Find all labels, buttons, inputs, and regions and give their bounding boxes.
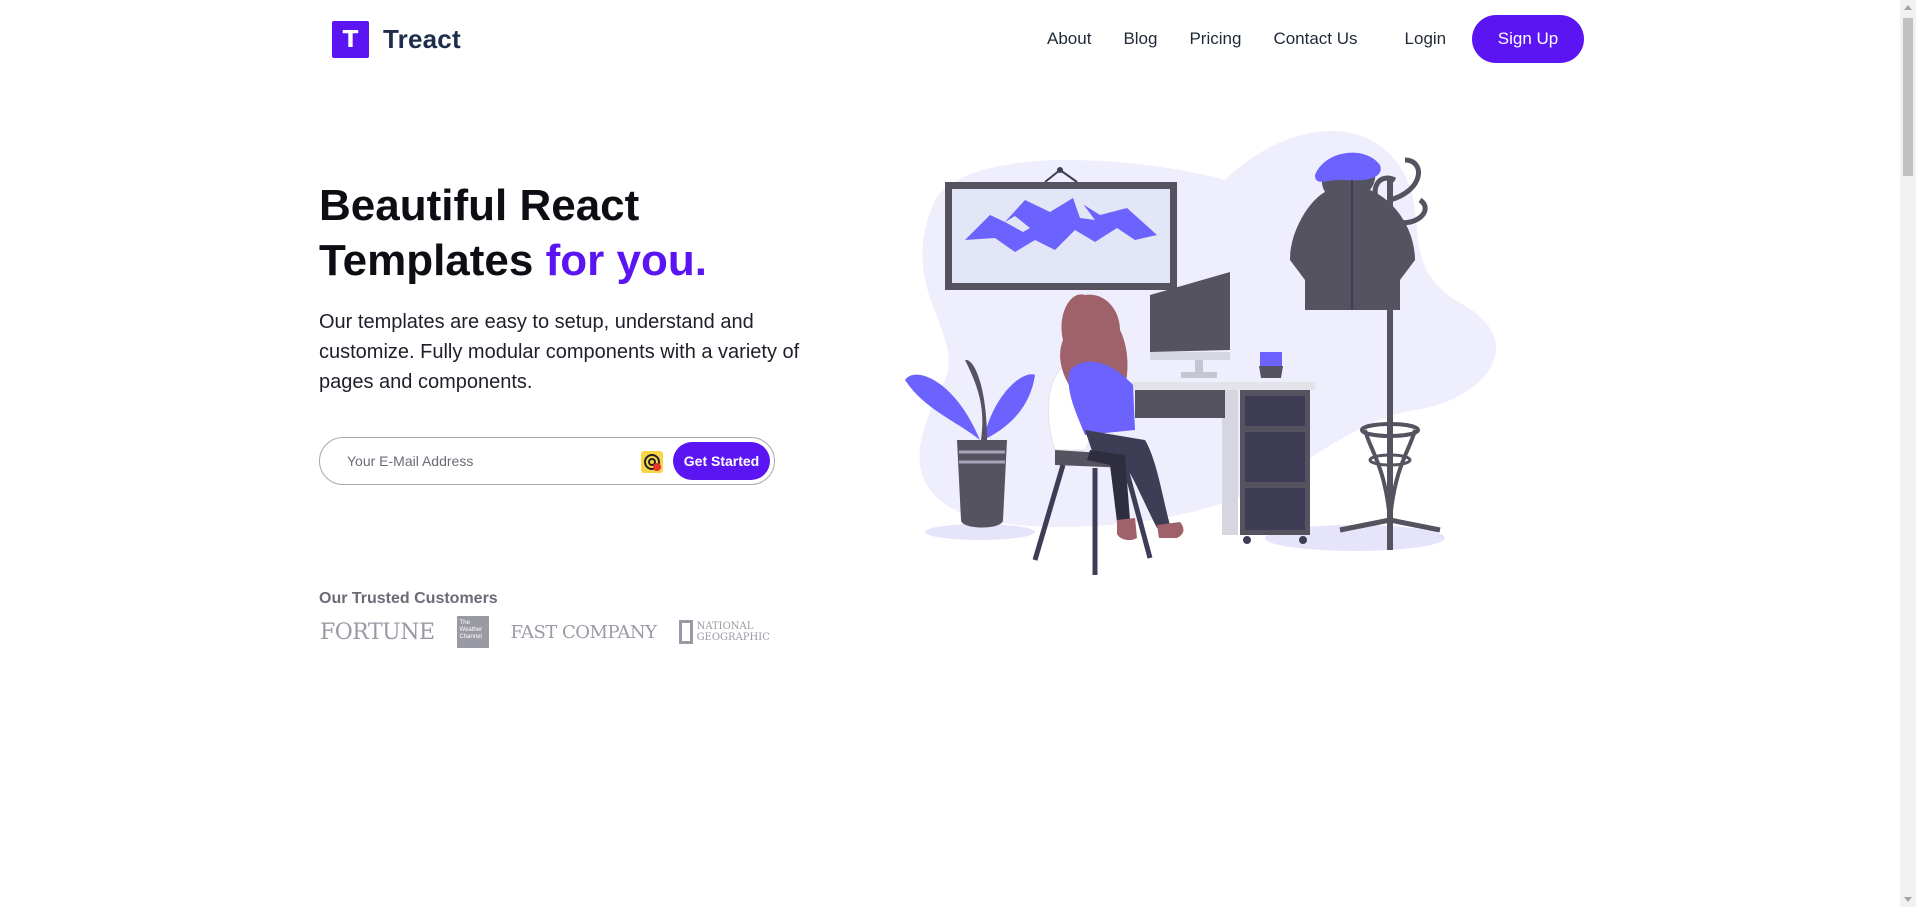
scroll-down-arrow-icon[interactable] [1904,897,1912,902]
hero-title-line2: Templates [319,236,534,285]
fortune-logo: FORTUNE [320,619,435,645]
signup-button[interactable]: Sign Up [1472,15,1584,63]
hero-title: Beautiful React Templates for you. [319,178,707,288]
email-input[interactable] [345,452,629,470]
get-started-button[interactable]: Get Started [673,442,770,480]
nav-link-pricing[interactable]: Pricing [1189,29,1241,49]
password-manager-icon[interactable] [640,450,664,474]
fast-company-logo: FAST COMPANY [510,621,658,643]
brand-logo[interactable]: T Treact [332,21,461,58]
logo-mark: T [332,21,369,58]
national-geographic-logo: NATIONAL GEOGRAPHIC [678,620,770,644]
nav-link-contact[interactable]: Contact Us [1273,29,1357,49]
natgeo-text: NATIONAL GEOGRAPHIC [696,621,770,643]
weather-channel-logo: The Weather Channel [456,616,489,648]
email-signup-form: Get Started [319,437,775,485]
scroll-thumb[interactable] [1903,18,1913,176]
page-scrollbar[interactable] [1900,0,1916,907]
hero-title-accent: for you. [545,236,707,285]
scroll-up-arrow-icon[interactable] [1904,5,1912,10]
hero-illustration [905,131,1496,575]
hero-description: Our templates are easy to setup, underst… [319,311,800,393]
nav-link-about[interactable]: About [1047,29,1091,49]
natgeo-frame-icon [678,620,693,644]
customer-logos: FORTUNE The Weather Channel FAST COMPANY… [320,616,770,648]
hero-title-line1: Beautiful React [319,181,640,230]
nav-link-blog[interactable]: Blog [1123,29,1157,49]
login-link[interactable]: Login [1405,29,1447,49]
trusted-customers-title: Our Trusted Customers [319,590,498,607]
main-nav: About Blog Pricing Contact Us Login [1047,29,1470,49]
landing-page: T Treact About Blog Pricing Contact Us L… [0,0,1900,907]
brand-name: Treact [383,24,461,54]
